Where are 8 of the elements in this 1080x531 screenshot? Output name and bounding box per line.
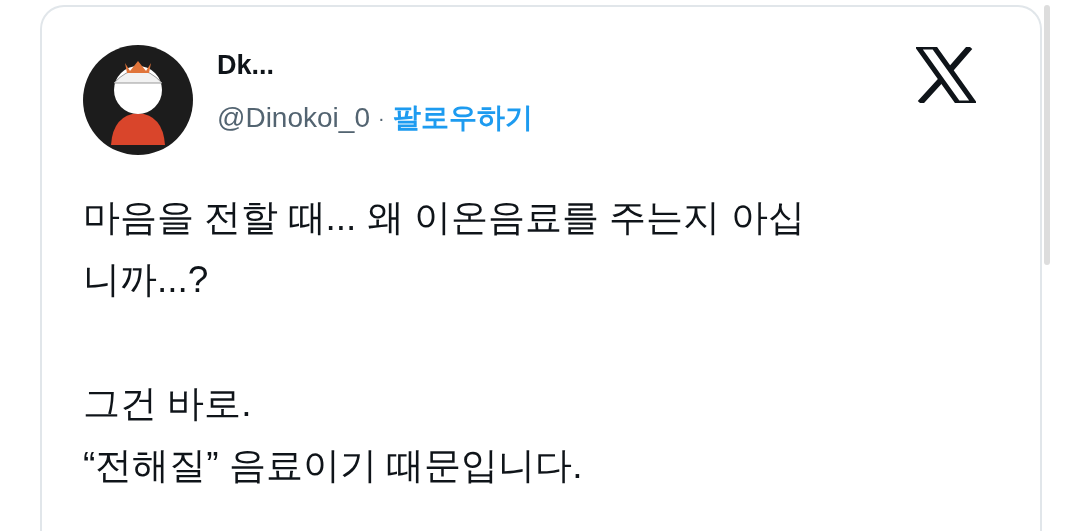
separator: · — [377, 106, 385, 132]
scrollbar[interactable] — [1044, 5, 1050, 265]
author-name[interactable]: Dk... — [217, 49, 916, 82]
x-logo-icon[interactable] — [916, 47, 976, 103]
tweet-text: 마음을 전할 때... 왜 이온음료를 주는지 아십 니까...? — [83, 196, 806, 302]
tweet-text: 그건 바로. “전해질” 음료이기 때문입니다. — [83, 382, 584, 488]
author-handle[interactable]: @Dinokoi_0 — [217, 97, 370, 140]
avatar-icon[interactable] — [83, 45, 193, 155]
